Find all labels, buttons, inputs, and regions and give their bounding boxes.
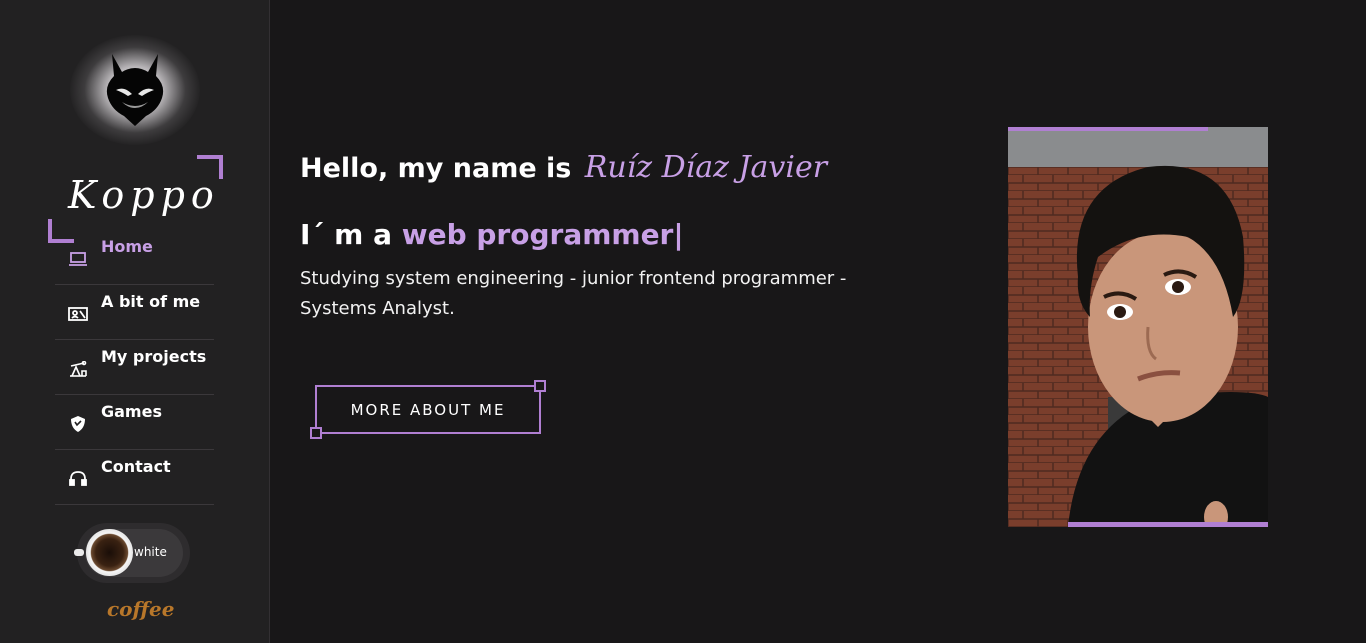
- main-nav: Home A bit of me My projects Games Conta…: [55, 230, 214, 505]
- nav-item-games[interactable]: Games: [55, 395, 214, 450]
- coffee-cup-icon[interactable]: [86, 529, 133, 576]
- id-card-icon: [55, 306, 101, 322]
- shield-icon: [55, 416, 101, 432]
- nav-item-projects[interactable]: My projects: [55, 340, 214, 395]
- coffee-label: coffee: [107, 597, 175, 621]
- hero-description: Studying system engineering - junior fro…: [300, 268, 847, 319]
- profile-photo: [1008, 127, 1268, 527]
- photo-accent-bottom: [1068, 522, 1268, 527]
- cta-corner-square: [310, 427, 322, 439]
- cta-label: MORE ABOUT ME: [350, 400, 506, 419]
- nav-item-label: Home: [101, 236, 153, 256]
- cup-handle: [74, 549, 84, 556]
- profile-photo-art: [1008, 127, 1268, 527]
- nav-item-label: Contact: [101, 456, 171, 476]
- oil-pump-icon: [55, 361, 101, 377]
- nav-item-contact[interactable]: Contact: [55, 450, 214, 505]
- nav-item-label: A bit of me: [101, 291, 201, 311]
- toggle-label: white: [134, 545, 167, 559]
- headset-icon: [55, 471, 101, 487]
- devil-logo-icon[interactable]: [102, 50, 168, 126]
- more-about-me-button[interactable]: MORE ABOUT ME: [310, 380, 546, 439]
- sidebar: Koppo Home A bit of me My projects Games: [0, 0, 270, 643]
- greeting-heading: Hello, my name is Ruíz Díaz Javier: [300, 150, 827, 185]
- role-prefix: I´ m a: [300, 218, 392, 251]
- brand-name: Koppo: [68, 173, 220, 217]
- cta-corner-square: [534, 380, 546, 392]
- nav-item-label: My projects: [101, 346, 207, 366]
- nav-item-about[interactable]: A bit of me: [55, 285, 214, 340]
- role-heading: I´ m a web programmer|: [300, 218, 684, 251]
- greeting-text: Hello, my name is: [300, 153, 572, 184]
- role-highlight: web programmer|: [401, 218, 684, 251]
- laptop-icon: [55, 251, 101, 267]
- author-name: Ruíz Díaz Javier: [584, 150, 828, 185]
- photo-accent-top: [1008, 127, 1208, 131]
- nav-item-label: Games: [101, 401, 162, 421]
- theme-toggle[interactable]: white: [74, 523, 190, 583]
- nav-item-home[interactable]: Home: [55, 230, 214, 285]
